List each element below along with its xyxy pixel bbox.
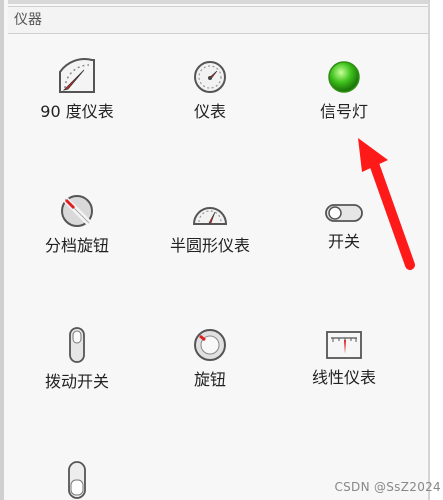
palette-item-linear-gauge[interactable]: 线性仪表 — [274, 330, 414, 388]
linear-gauge-icon — [326, 331, 362, 359]
palette-item-label: 信号灯 — [319, 102, 368, 121]
signal-light-icon — [328, 61, 360, 93]
palette-item-rotary-knob[interactable]: 旋钮 — [140, 328, 280, 390]
section-header-instruments[interactable]: 仪器 — [8, 6, 432, 34]
palette-item-label: 旋钮 — [193, 370, 226, 389]
palette-item-step-knob[interactable]: 分档旋钮 — [7, 194, 147, 256]
palette-item-label: 半圆形仪表 — [169, 236, 250, 255]
palette-item-vertical-switch[interactable] — [7, 460, 147, 500]
palette-item-label: 拨动开关 — [44, 372, 109, 391]
palette-item-label: 90 度仪表 — [40, 102, 114, 121]
panel-top-border — [8, 0, 434, 4]
palette-item-semicircle-gauge[interactable]: 半圆形仪表 — [140, 198, 280, 256]
watermark-text: CSDN @SsZ2024 — [334, 480, 441, 494]
quarter-gauge-icon — [59, 58, 95, 93]
palette-item-slide-toggle[interactable]: 拨动开关 — [7, 326, 147, 392]
palette-item-quarter-gauge[interactable]: 90 度仪表 — [7, 58, 147, 122]
vertical-switch-icon — [68, 461, 86, 499]
palette-item-label: 线性仪表 — [311, 368, 376, 387]
palette-item-signal-light[interactable]: 信号灯 — [274, 60, 414, 122]
step-knob-icon — [61, 195, 93, 227]
semicircle-gauge-icon — [192, 207, 228, 225]
slide-toggle-icon — [69, 327, 85, 363]
rotary-knob-icon — [194, 329, 226, 361]
red-arrow-annotation — [358, 138, 415, 270]
dial-gauge-icon — [194, 61, 226, 93]
palette-item-label: 分档旋钮 — [44, 236, 109, 255]
palette-item-dial-gauge[interactable]: 仪表 — [140, 60, 280, 122]
palette-item-label: 仪表 — [193, 102, 226, 121]
scroll-gutter — [430, 0, 443, 500]
section-title: 仪器 — [14, 12, 42, 28]
